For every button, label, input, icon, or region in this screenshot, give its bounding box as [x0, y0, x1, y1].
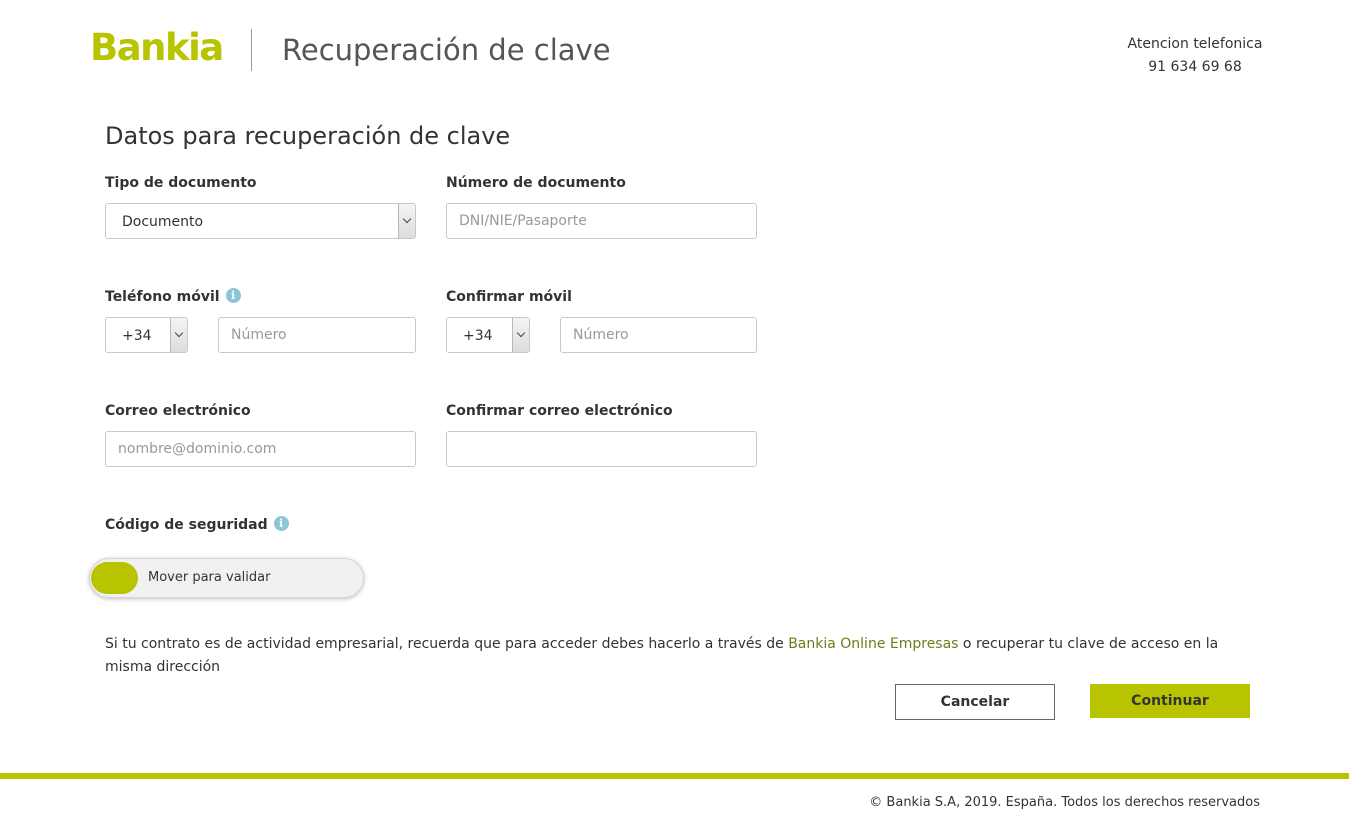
form-title: Datos para recuperación de clave [105, 122, 511, 150]
doc-number-label: Número de documento [446, 175, 626, 191]
slider-label: Mover para validar [148, 570, 271, 585]
cancel-button[interactable]: Cancelar [895, 684, 1055, 720]
footer-bar [0, 773, 1349, 779]
chevron-down-icon[interactable] [170, 318, 187, 352]
slider-handle[interactable] [91, 562, 138, 594]
page-title: Recuperación de clave [282, 33, 611, 67]
info-icon[interactable]: i [225, 288, 241, 303]
doc-type-select[interactable]: Documento [105, 203, 416, 239]
phone-support-label: Atencion telefonica [1127, 36, 1263, 52]
chevron-down-icon[interactable] [398, 204, 415, 238]
validation-slider[interactable]: Mover para validar [89, 558, 364, 598]
mobile-prefix-value: +34 [122, 328, 152, 344]
header-divider [251, 29, 252, 71]
email-input[interactable] [105, 431, 416, 467]
confirm-email-input[interactable] [446, 431, 757, 467]
continue-button[interactable]: Continuar [1090, 684, 1250, 718]
doc-number-input[interactable] [446, 203, 757, 239]
doc-type-value: Documento [122, 214, 204, 230]
chevron-down-icon[interactable] [512, 318, 529, 352]
security-code-label-row: Código de seguridad i [105, 516, 289, 534]
business-notice: Si tu contrato es de actividad empresari… [105, 633, 1225, 679]
email-label: Correo electrónico [105, 403, 251, 419]
notice-text-before: Si tu contrato es de actividad empresari… [105, 636, 789, 652]
doc-type-label: Tipo de documento [105, 175, 257, 191]
copyright: © Bankia S.A, 2019. España. Todos los de… [869, 795, 1260, 810]
mobile-label: Teléfono móvil [105, 289, 220, 305]
mobile-number-input[interactable] [218, 317, 416, 353]
mobile-prefix-select[interactable]: +34 [105, 317, 188, 353]
bankia-online-empresas-link[interactable]: Bankia Online Empresas [788, 636, 958, 652]
mobile-label-row: Teléfono móvil i [105, 288, 241, 306]
confirm-mobile-number-input[interactable] [560, 317, 757, 353]
info-icon[interactable]: i [273, 516, 289, 531]
confirm-mobile-label: Confirmar móvil [446, 289, 572, 305]
bankia-logo[interactable]: Bankia [90, 28, 224, 68]
security-code-label: Código de seguridad [105, 517, 268, 533]
phone-support: Atencion telefonica 91 634 69 68 [1110, 33, 1280, 79]
confirm-mobile-prefix-value: +34 [463, 328, 493, 344]
phone-support-number: 91 634 69 68 [1148, 59, 1242, 75]
confirm-mobile-prefix-select[interactable]: +34 [446, 317, 530, 353]
confirm-email-label: Confirmar correo electrónico [446, 403, 673, 419]
